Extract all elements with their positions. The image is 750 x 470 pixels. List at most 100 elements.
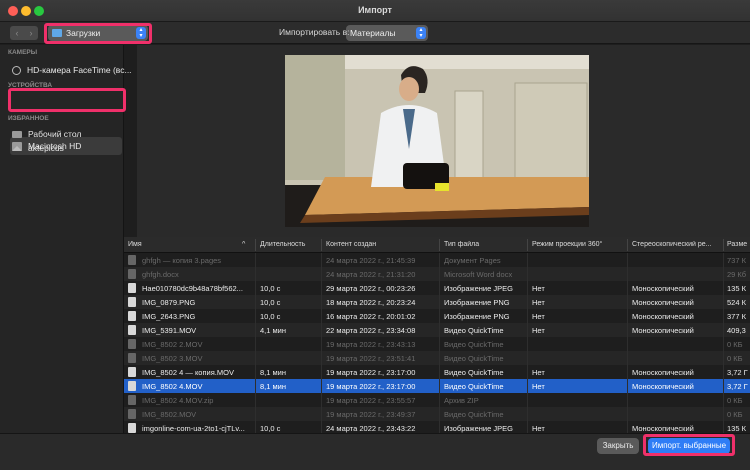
cell-created: 19 марта 2022 г., 23:17:00	[326, 368, 416, 377]
cell-name: ghfgh.docx	[142, 270, 179, 279]
home-icon	[12, 145, 22, 151]
sidebar-item-label: HD-камера FaceTime (вс...	[27, 65, 132, 75]
cell-type: Видео QuickTime	[444, 340, 504, 349]
cell-dur: 4,1 мин	[260, 326, 286, 335]
cell-name: IMG_8502 3.MOV	[142, 354, 203, 363]
cell-proj: Нет	[532, 424, 545, 433]
cell-created: 19 марта 2022 г., 23:43:13	[326, 340, 416, 349]
file-icon	[128, 255, 136, 265]
file-icon	[128, 269, 136, 279]
file-icon	[128, 367, 136, 377]
cell-name: IMG_8502 4.MOV	[142, 382, 203, 391]
import-to-label: Импортировать в:	[279, 27, 350, 37]
sidebar-item-home[interactable]: aktepicus	[12, 141, 64, 155]
col-header-created[interactable]: Контент создан	[326, 241, 436, 248]
column-divider	[723, 253, 724, 433]
cell-created: 24 марта 2022 г., 21:31:20	[326, 270, 416, 279]
col-header-projection[interactable]: Режим проекции 360°	[532, 241, 628, 248]
table-row[interactable]: IMG_5391.MOV 4,1 мин 22 марта 2022 г., 23:…	[124, 323, 750, 337]
col-header-name[interactable]: Имя	[128, 241, 248, 248]
sidebar-item-label: Рабочий стол	[28, 129, 82, 139]
file-icon	[128, 297, 136, 307]
back-button[interactable]: ‹	[10, 26, 24, 40]
table-row[interactable]: IMG_8502 4 — копия.MOV 8,1 мин 19 марта 20…	[124, 365, 750, 379]
file-icon	[128, 325, 136, 335]
cell-stereo: Моноскопический	[632, 312, 694, 321]
cell-created: 16 марта 2022 г., 20:01:02	[326, 312, 416, 321]
cell-size: 409,3	[727, 326, 746, 335]
column-divider[interactable]	[439, 239, 440, 251]
cell-stereo: Моноскопический	[632, 424, 694, 433]
table-row[interactable]: IMG_8502 2.MOV 19 марта 2022 г., 23:43:13…	[124, 337, 750, 351]
column-divider[interactable]	[723, 239, 724, 251]
cell-size: 0 КБ	[727, 410, 743, 419]
cell-dur: 10,0 с	[260, 284, 281, 293]
cell-size: 0 КБ	[727, 340, 743, 349]
file-icon	[128, 409, 136, 419]
col-header-type[interactable]: Тип файла	[444, 241, 524, 248]
close-button[interactable]: Закрыть	[597, 438, 639, 454]
column-divider	[439, 253, 440, 433]
cell-proj: Нет	[532, 382, 545, 391]
cell-type: Изображение PNG	[444, 312, 510, 321]
table-row[interactable]: IMG_8502 4.MOV.zip 19 марта 2022 г., 23:5…	[124, 393, 750, 407]
cell-type: Видео QuickTime	[444, 368, 504, 377]
sidebar-item-facetime[interactable]: HD-камера FaceTime (вс...	[12, 63, 132, 77]
col-header-size[interactable]: Разме	[727, 241, 750, 248]
cell-size: 135 К	[727, 424, 746, 433]
table-row[interactable]: IMG_2643.PNG 10,0 с 16 марта 2022 г., 20:0…	[124, 309, 750, 323]
cell-name: IMG_8502.MOV	[142, 410, 197, 419]
table-row[interactable]: ghfgh — копия 3.pages 24 марта 2022 г., 2…	[124, 253, 750, 267]
cell-type: Изображение PNG	[444, 298, 510, 307]
cell-type: Видео QuickTime	[444, 326, 504, 335]
cell-size: 737 К	[727, 256, 746, 265]
column-divider[interactable]	[321, 239, 322, 251]
sidebar-item-label: aktepicus	[28, 143, 64, 153]
cell-size: 135 К	[727, 284, 746, 293]
cell-dur: 10,0 с	[260, 312, 281, 321]
table-row[interactable]: IMG_8502.MOV 19 марта 2022 г., 23:49:37 Ви…	[124, 407, 750, 421]
column-divider[interactable]	[627, 239, 628, 251]
cell-size: 0 КБ	[727, 354, 743, 363]
table-row[interactable]: ghfgh.docx 24 марта 2022 г., 21:31:20 Micr…	[124, 267, 750, 281]
cell-size: 29 Кб	[727, 270, 747, 279]
sidebar-item-desktop[interactable]: Рабочий стол	[12, 127, 81, 141]
chevron-updown-icon: ▴ ▾	[416, 27, 426, 39]
cell-size: 524 К	[727, 298, 746, 307]
cell-dur: 10,0 с	[260, 424, 281, 433]
table-row[interactable]: IMG_0879.PNG 10,0 с 18 марта 2022 г., 20:2…	[124, 295, 750, 309]
file-icon	[128, 395, 136, 405]
cell-proj: Нет	[532, 298, 545, 307]
cell-proj: Нет	[532, 326, 545, 335]
table-row[interactable]: Hae010780dc9b48a78bf562... 10,0 с 29 марта…	[124, 281, 750, 295]
nav-buttons: ‹ ›	[10, 26, 38, 40]
file-icon	[128, 423, 136, 433]
col-header-stereo[interactable]: Стереоскопический ре...	[632, 241, 724, 248]
table-header: Имя ^ Длительность Контент создан Тип фа…	[124, 237, 750, 253]
cell-dur: 8,1 мин	[260, 368, 286, 377]
column-divider[interactable]	[255, 239, 256, 251]
column-divider	[255, 253, 256, 433]
cell-type: Видео QuickTime	[444, 410, 504, 419]
cell-size: 0 КБ	[727, 396, 743, 405]
cell-size: 3,72 Г	[727, 368, 748, 377]
file-icon	[128, 339, 136, 349]
cell-size: 3,72 Г	[727, 382, 748, 391]
cell-type: Видео QuickTime	[444, 382, 504, 391]
forward-button[interactable]: ›	[24, 26, 38, 40]
cell-name: Hae010780dc9b48a78bf562...	[142, 284, 243, 293]
title-bar: Импорт	[0, 0, 750, 22]
cell-created: 19 марта 2022 г., 23:55:57	[326, 396, 416, 405]
cell-type: Microsoft Word docx	[444, 270, 513, 279]
cell-created: 24 марта 2022 г., 21:45:39	[326, 256, 416, 265]
column-divider	[321, 253, 322, 433]
import-to-popup[interactable]: Материалы ▴ ▾	[346, 25, 428, 41]
column-divider[interactable]	[527, 239, 528, 251]
cell-name: IMG_0879.PNG	[142, 298, 196, 307]
table-row[interactable]: IMG_8502 4.MOV 8,1 мин 19 марта 2022 г., 2…	[124, 379, 750, 393]
cell-stereo: Моноскопический	[632, 298, 694, 307]
highlight-source-popup	[44, 23, 152, 44]
table-row[interactable]: IMG_8502 3.MOV 19 марта 2022 г., 23:51:41…	[124, 351, 750, 365]
col-header-duration[interactable]: Длительность	[260, 241, 322, 248]
cell-created: 18 марта 2022 г., 20:23:24	[326, 298, 416, 307]
